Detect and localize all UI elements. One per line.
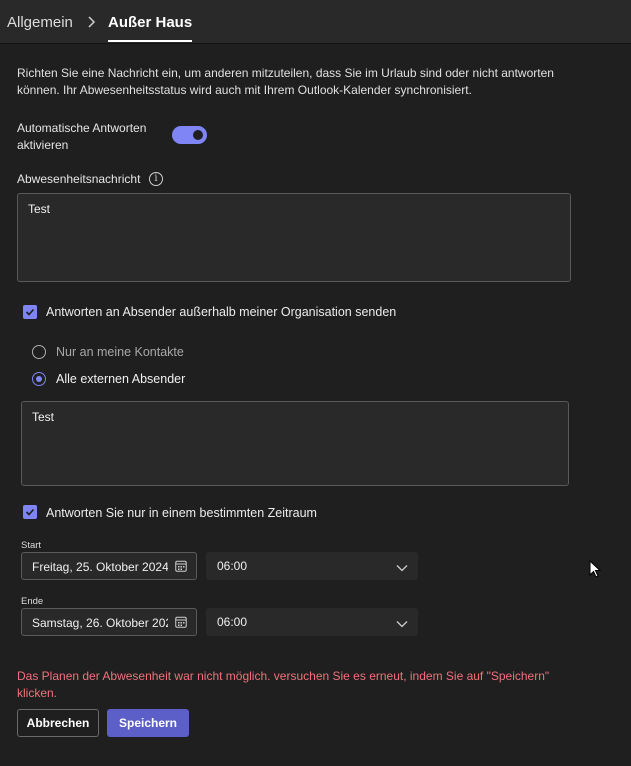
description-text: Richten Sie eine Nachricht ein, um ander… [17, 66, 554, 97]
mouse-cursor-icon [589, 559, 602, 581]
start-time-value: 06:00 [217, 559, 248, 573]
auto-reply-toggle[interactable] [172, 126, 207, 144]
info-icon[interactable]: i [149, 172, 163, 186]
period-checkbox[interactable] [23, 505, 37, 519]
calendar-icon[interactable] [175, 560, 187, 575]
chevron-down-icon [396, 617, 408, 631]
period-label: Antworten Sie nur in einem bestimmten Ze… [46, 506, 317, 520]
auto-reply-label: Automatische Antworten aktivieren [17, 121, 147, 152]
error-message: Das Planen der Abwesenheit war nicht mög… [17, 669, 550, 700]
internal-message-textarea[interactable]: Test [17, 193, 571, 282]
end-label: Ende [21, 596, 44, 607]
end-time-dropdown[interactable]: 06:00 [206, 608, 418, 636]
start-label: Start [21, 540, 42, 551]
radio-all-external[interactable] [32, 372, 46, 386]
external-reply-label: Antworten an Absender außerhalb meiner O… [46, 305, 397, 319]
header-bar: Allgemein Außer Haus [0, 0, 631, 44]
end-time-value: 06:00 [217, 615, 248, 629]
chevron-right-icon [87, 16, 97, 31]
end-date-value: Samstag, 26. Oktober 2024 [32, 616, 168, 630]
radio-contacts-only[interactable] [32, 345, 46, 359]
breadcrumb-current: Außer Haus [108, 14, 193, 42]
calendar-icon[interactable] [175, 616, 187, 631]
start-date-value: Freitag, 25. Oktober 2024 [32, 560, 168, 574]
radio-all-external-label: Alle externen Absender [56, 372, 186, 386]
end-date-picker[interactable]: Samstag, 26. Oktober 2024 [21, 608, 197, 636]
save-button[interactable]: Speichern [107, 709, 189, 737]
breadcrumb-parent[interactable]: Allgemein [7, 14, 73, 31]
message-label: Abwesenheitsnachricht [17, 172, 141, 186]
radio-contacts-only-label: Nur an meine Kontakte [56, 345, 184, 359]
start-date-picker[interactable]: Freitag, 25. Oktober 2024 [21, 552, 197, 580]
cancel-button[interactable]: Abbrechen [17, 709, 99, 737]
chevron-down-icon [396, 561, 408, 575]
checkmark-icon [25, 308, 35, 316]
checkmark-icon [25, 508, 35, 516]
start-time-dropdown[interactable]: 06:00 [206, 552, 418, 580]
external-message-textarea[interactable]: Test [21, 401, 569, 486]
external-reply-checkbox[interactable] [23, 305, 37, 319]
toggle-knob [193, 130, 203, 140]
